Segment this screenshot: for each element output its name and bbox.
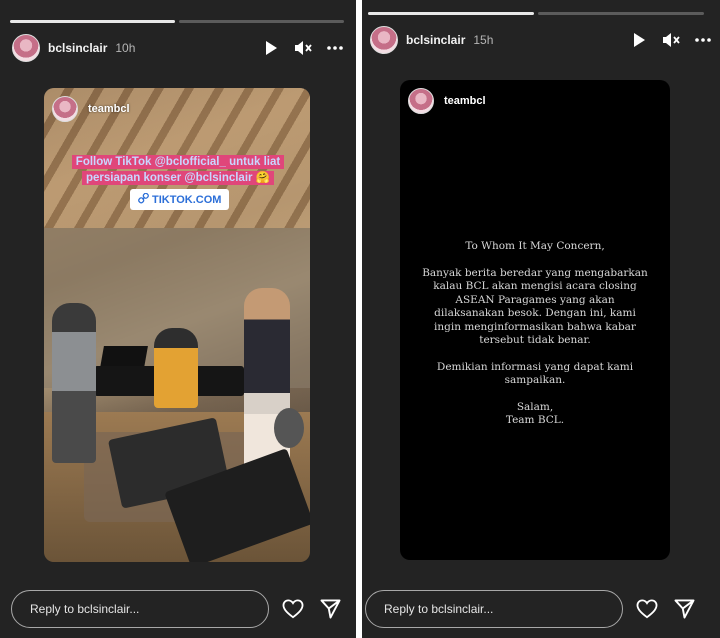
send-icon[interactable]	[319, 598, 341, 620]
story-header: bclsinclair 15h	[362, 26, 720, 54]
letter-paragraph: Demikian informasi yang dapat kami sampa…	[436, 360, 634, 387]
speaker-muted-icon[interactable]	[662, 31, 680, 49]
send-icon[interactable]	[673, 598, 695, 620]
reply-bar: Reply to bclsinclair...	[362, 590, 720, 628]
caption-line: persiapan konser @bclsinclair 🤗	[81, 171, 275, 185]
story-panel-left: bclsinclair 10h teambcl Follow TikTok @b…	[0, 0, 356, 638]
story-progress-bar	[10, 20, 344, 23]
avatar	[408, 88, 434, 114]
reshared-header: teambcl	[52, 96, 130, 122]
scene-person-keyboardist	[154, 328, 198, 408]
avatar[interactable]	[370, 26, 398, 54]
announcement-letter: teambcl To Whom It May Concern, Banyak b…	[400, 80, 670, 560]
letter-body: To Whom It May Concern, Banyak berita be…	[420, 240, 650, 441]
story-time: 10h	[115, 41, 136, 55]
scene-person-singer	[52, 303, 96, 463]
speaker-muted-icon[interactable]	[294, 39, 312, 57]
play-icon[interactable]	[262, 39, 280, 57]
avatar[interactable]	[12, 34, 40, 62]
caption-line: Follow TikTok @bclofficial_ untuk liat	[71, 155, 285, 169]
heart-icon[interactable]	[282, 598, 304, 620]
avatar	[52, 96, 78, 122]
reply-input[interactable]: Reply to bclsinclair...	[365, 590, 623, 628]
story-header: bclsinclair 10h	[0, 34, 356, 62]
reshared-username: teambcl	[88, 103, 130, 115]
story-caption: Follow TikTok @bclofficial_ untuk liat p…	[62, 154, 294, 186]
story-media-letter[interactable]: teambcl To Whom It May Concern, Banyak b…	[400, 80, 670, 560]
scene-music-stand	[100, 346, 148, 368]
more-horizontal-icon[interactable]	[326, 39, 344, 57]
play-icon[interactable]	[630, 31, 648, 49]
scene-drum	[274, 408, 304, 448]
progress-segment	[179, 20, 344, 23]
heart-icon[interactable]	[636, 598, 658, 620]
letter-closing: Salam,	[516, 400, 554, 413]
story-media-photo[interactable]: teambcl Follow TikTok @bclofficial_ untu…	[44, 88, 310, 562]
story-panel-right: bclsinclair 15h teambcl To Whom It May C…	[362, 0, 720, 638]
reply-bar: Reply to bclsinclair...	[0, 590, 356, 628]
progress-segment	[10, 20, 175, 23]
link-sticker[interactable]: TIKTOK.COM	[130, 189, 230, 210]
link-icon	[138, 192, 149, 207]
reply-input[interactable]: Reply to bclsinclair...	[11, 590, 269, 628]
link-label: TIKTOK.COM	[152, 193, 222, 206]
letter-signature: Team BCL.	[505, 414, 565, 426]
story-username[interactable]: bclsinclair	[406, 33, 465, 47]
progress-segment	[538, 12, 704, 15]
letter-paragraph: Banyak berita beredar yang mengabarkan k…	[422, 266, 648, 347]
letter-greeting: To Whom It May Concern,	[465, 240, 605, 252]
story-username[interactable]: bclsinclair	[48, 41, 107, 55]
reshared-username: teambcl	[444, 95, 486, 107]
reshared-header: teambcl	[408, 88, 486, 114]
more-horizontal-icon[interactable]	[694, 31, 712, 49]
progress-segment	[368, 12, 534, 15]
story-progress-bar	[368, 12, 704, 15]
story-time: 15h	[473, 33, 494, 47]
